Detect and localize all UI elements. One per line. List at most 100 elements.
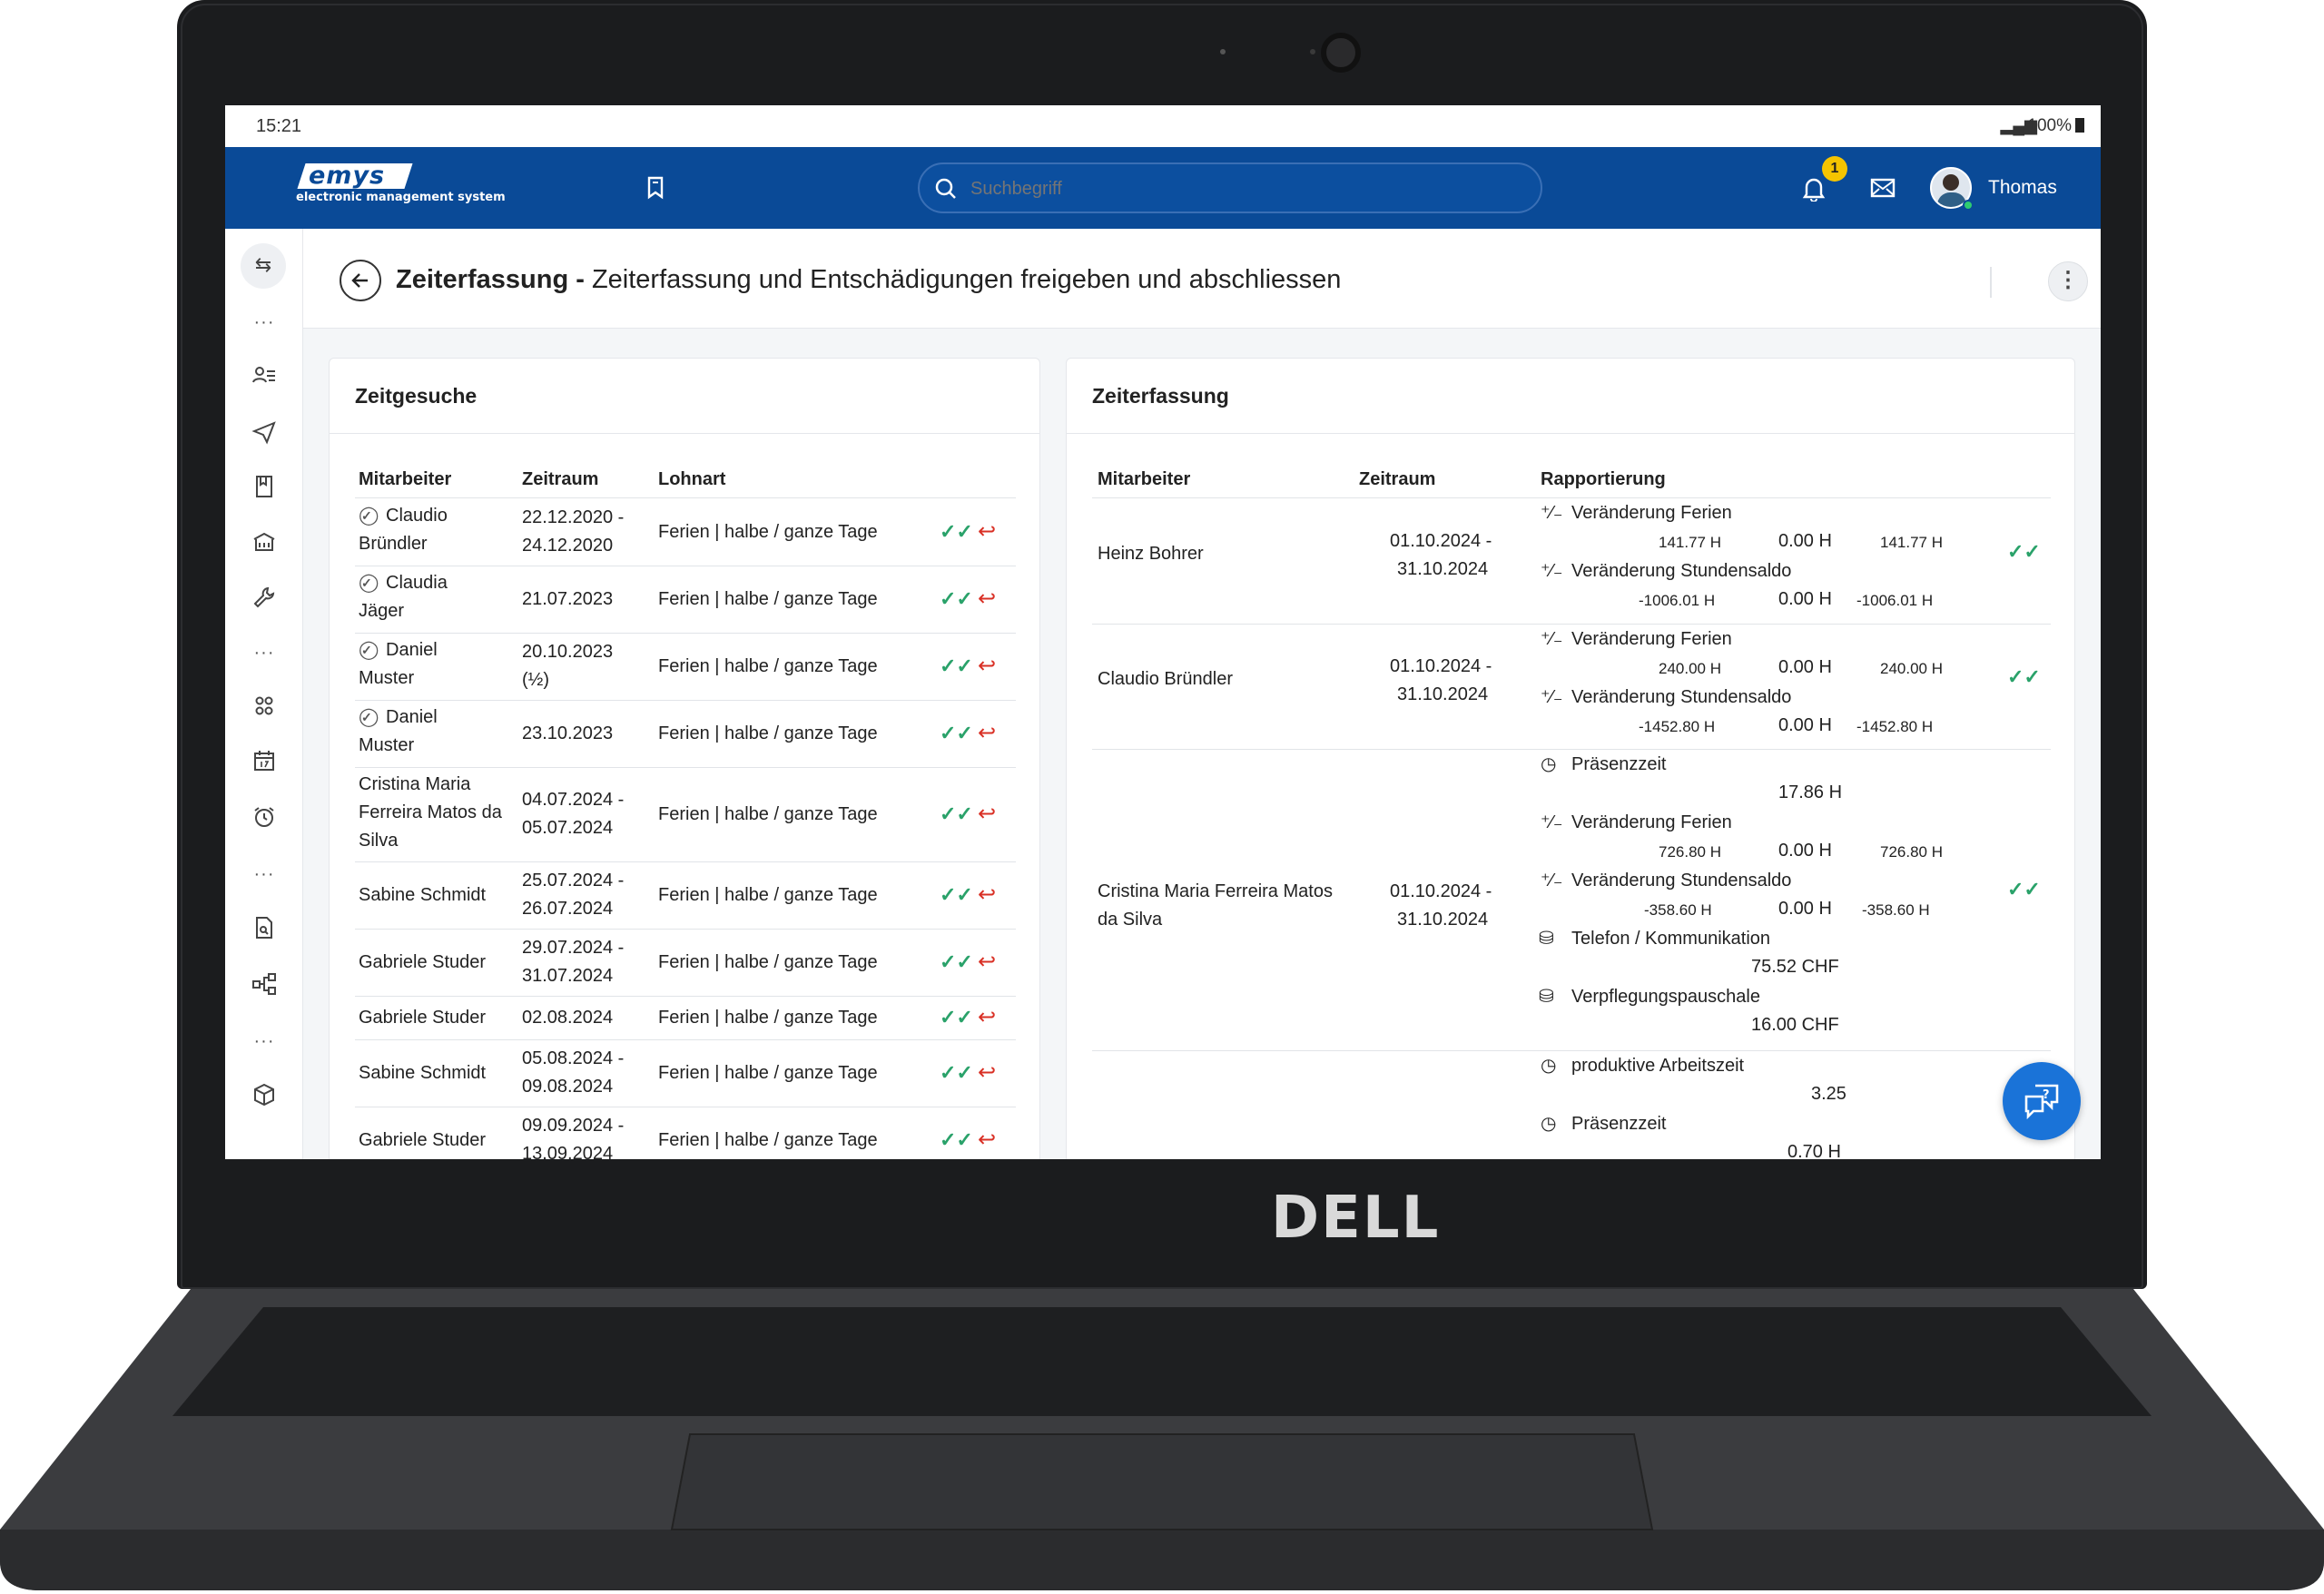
approve-icon[interactable]: ✓✓ [940,950,973,974]
item-value: 0.00 H [1778,841,1832,861]
column-header[interactable]: Rapportierung [1541,469,1666,490]
search-icon [935,178,956,199]
battery-icon [2075,118,2084,133]
period-start: 25.07.2024 - [522,871,625,890]
approve-icon[interactable]: ✓✓ [940,1061,973,1085]
column-header[interactable]: Mitarbeiter [359,469,451,490]
item-value: 240.00 H [1880,660,1943,677]
item-value: 240.00 H [1659,660,1721,677]
column-header[interactable]: Lohnart [658,469,725,490]
delta-icon: ⁺⁄₋ [1541,812,1563,832]
team-icon[interactable] [251,694,277,719]
approve-icon[interactable]: ✓✓ [940,802,973,826]
approve-icon[interactable]: ✓✓ [940,520,973,544]
package-icon[interactable] [251,1082,277,1107]
building-icon[interactable] [251,528,277,554]
app-topbar: emys electronic management system 1 Thom… [225,147,2101,229]
approve-icon[interactable]: ✓✓ [2007,878,2041,901]
item-label: Präsenzzeit [1571,1114,1667,1134]
book-icon[interactable] [251,474,277,499]
period-end: 24.12.2020 [522,536,614,556]
zeiterfassung-panel: Zeiterfassung Mitarbeiter Zeitraum Rappo… [1066,358,2075,1159]
approve-icon[interactable]: ✓✓ [2007,540,2041,564]
period-end: 31.10.2024 [1397,910,1489,930]
collapse-toggle-button[interactable]: ⇆ [241,243,286,289]
employee-name: Daniel [386,707,438,727]
more-icon[interactable]: ··· [251,312,277,333]
approve-icon[interactable]: ✓✓ [940,654,973,678]
column-header[interactable]: Mitarbeiter [1098,469,1190,490]
chat-button[interactable]: ? [2003,1062,2081,1140]
wage-type: Ferien | halbe / ganze Tage [658,951,878,972]
battery-level: 100% [2027,116,2072,135]
approve-icon[interactable]: ✓✓ [940,1006,973,1029]
employee-name: Gabriele Studer [359,951,487,972]
return-icon[interactable]: ↩ [978,1004,996,1030]
employee-name: da Silva [1098,910,1163,930]
employee-name: Sabine Schmidt [359,1062,487,1083]
approve-icon[interactable]: ✓✓ [2007,665,2041,689]
return-icon[interactable]: ↩ [978,720,996,746]
search-input[interactable] [970,175,1515,202]
send-icon[interactable] [251,419,277,445]
item-label: produktive Arbeitszeit [1571,1056,1745,1076]
clock-icon: ◷ [1541,754,1557,774]
return-icon[interactable]: ↩ [978,653,996,679]
employee-name: Heinz Bohrer [1098,544,1204,564]
return-icon[interactable]: ↩ [978,1059,996,1086]
clock-icon: ◷ [1541,1114,1557,1134]
wage-type: Ferien | halbe / ganze Tage [658,1129,878,1150]
item-label: Verpflegungspauschale [1571,987,1760,1007]
item-value: 0.00 H [1778,899,1832,919]
approve-icon[interactable]: ✓✓ [940,722,973,745]
more-icon[interactable]: ··· [251,864,277,885]
employee-name: Cristina Maria Ferreira Matos [1098,881,1333,901]
return-icon[interactable]: ↩ [978,1127,996,1153]
back-button[interactable] [340,260,381,301]
workflow-icon[interactable] [251,971,277,997]
sidebar: ⇆ ··· ··· ··· ··· [225,229,303,1159]
document-search-icon[interactable] [251,915,277,940]
column-header[interactable]: Zeitraum [1359,469,1435,490]
item-value: 0.70 H [1787,1142,1841,1159]
laptop-keyboard-base [0,1289,2324,1590]
period-start: 09.09.2024 - [522,1116,625,1136]
calendar-icon[interactable] [251,748,277,773]
kebab-menu-icon[interactable]: ⋮ [2048,261,2088,301]
item-value: 17.86 H [1778,782,1843,802]
return-icon[interactable]: ↩ [978,881,996,908]
delta-icon: ⁺⁄₋ [1541,561,1563,581]
approve-icon[interactable]: ✓✓ [940,883,973,907]
return-icon[interactable]: ↩ [978,801,996,827]
arrow-left-icon [351,273,368,288]
employee-name: Jäger [359,601,405,621]
item-label: Veränderung Ferien [1571,812,1732,832]
item-value: 3.25 [1811,1084,1846,1104]
wage-type: Ferien | halbe / ganze Tage [658,1007,878,1028]
period-start: 04.07.2024 - [522,790,625,810]
return-icon[interactable]: ↩ [978,518,996,545]
panel-title: Zeitgesuche [355,384,478,408]
item-value: 726.80 H [1880,843,1943,861]
mail-icon[interactable] [1870,178,1896,198]
bookmark-icon[interactable] [645,176,665,200]
bell-icon[interactable] [1802,176,1826,202]
approve-icon[interactable]: ✓✓ [940,1128,973,1152]
period-end: 31.10.2024 [1397,559,1489,579]
alarm-clock-icon[interactable] [251,804,277,830]
item-value: 726.80 H [1659,843,1721,861]
search-box[interactable] [918,162,1542,213]
more-icon[interactable]: ··· [251,643,277,664]
wrench-icon[interactable] [251,585,277,610]
column-header[interactable]: Zeitraum [522,469,598,490]
screen: 15:21 ▂▄▆ 100% emys electronic managemen… [225,105,2101,1159]
period-end: 26.07.2024 [522,899,614,919]
page-title: Zeiterfassung - Zeiterfassung und Entsch… [396,265,1342,294]
user-name[interactable]: Thomas [1988,177,2057,199]
emys-logo[interactable]: emys electronic management system [296,162,523,211]
more-icon[interactable]: ··· [251,1031,277,1052]
return-icon[interactable]: ↩ [978,585,996,612]
approve-icon[interactable]: ✓✓ [940,587,973,611]
user-list-icon[interactable] [251,363,277,389]
return-icon[interactable]: ↩ [978,949,996,975]
